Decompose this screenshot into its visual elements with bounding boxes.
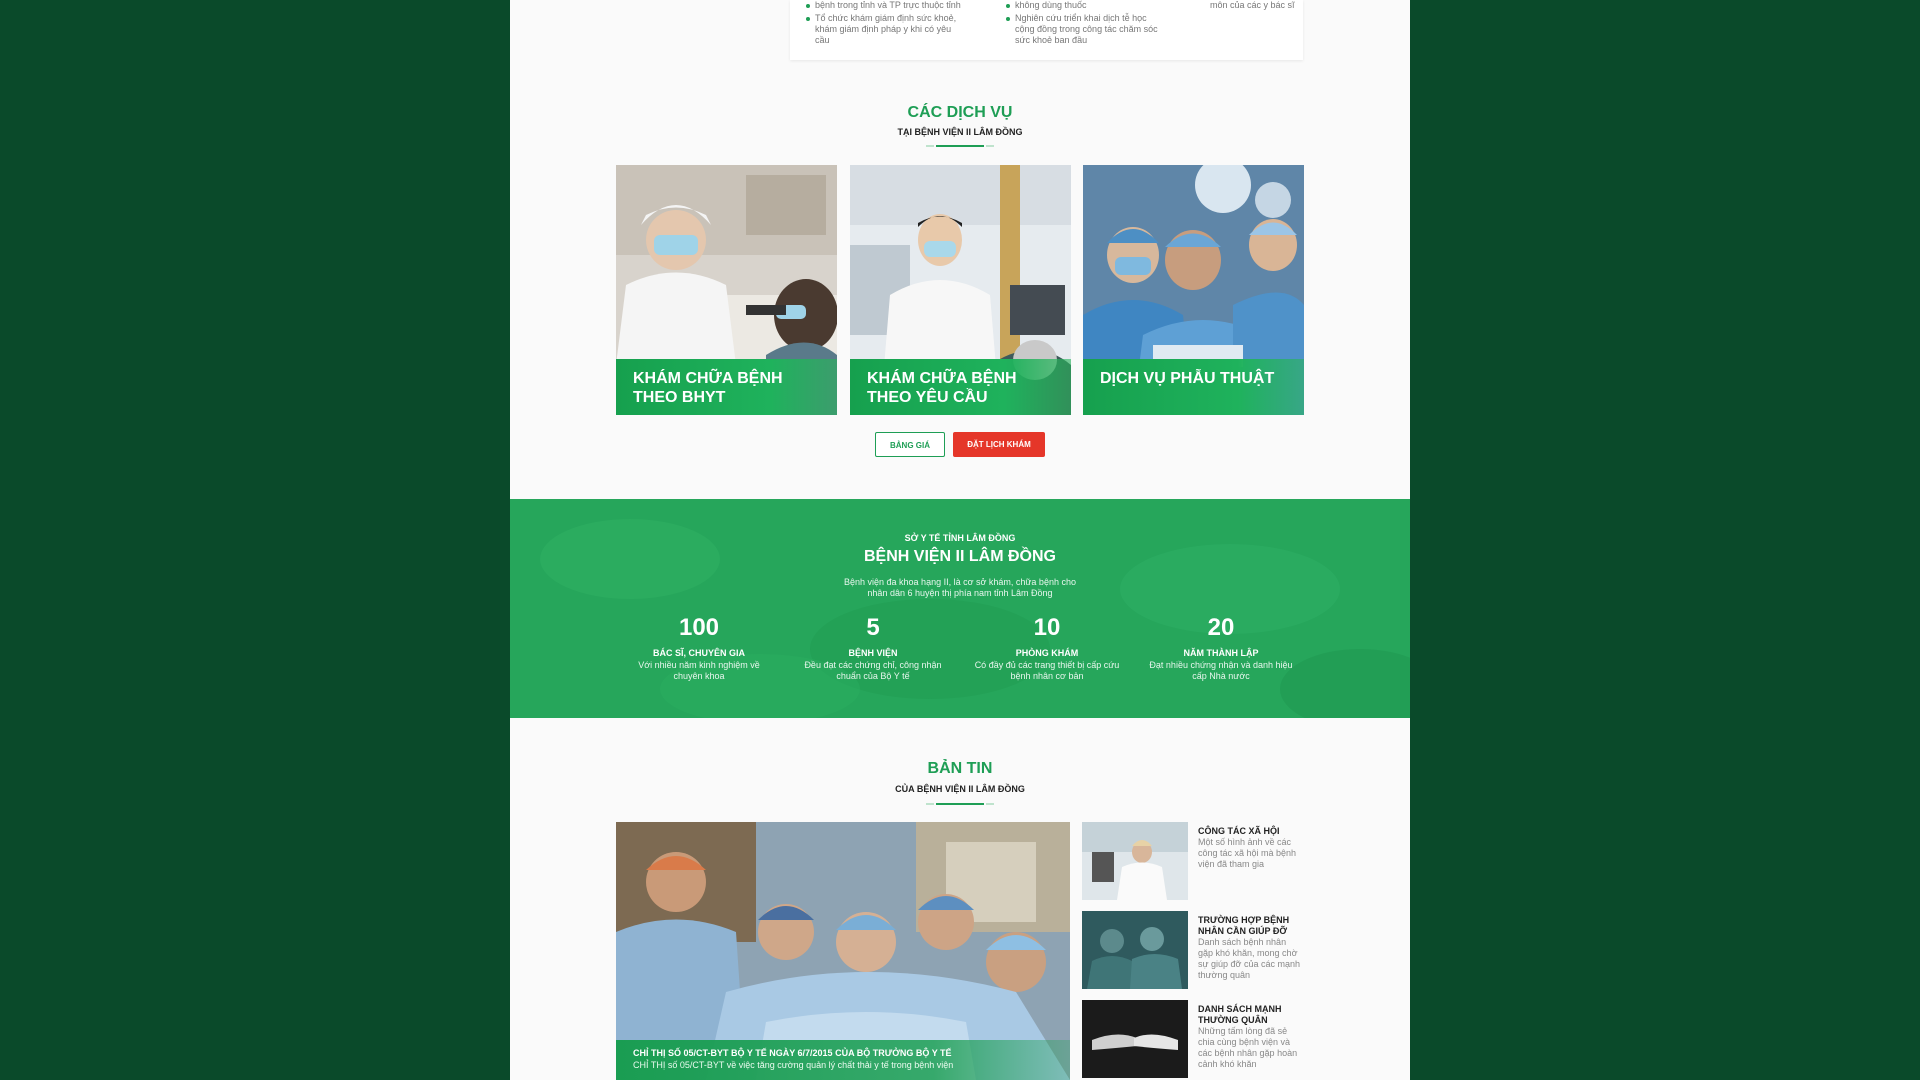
services-divider [926,145,994,147]
news-item[interactable]: CÔNG TÁC XÃ HỘI Một số hình ảnh về các c… [1082,822,1303,900]
news-item-title[interactable]: CÔNG TÁC XÃ HỘI [1198,826,1303,837]
service-label-panel: DỊCH VỤ PHẪU THUẬT [1083,359,1304,415]
stat-number: 20 [1207,614,1235,641]
stat-doctors: 100 BÁC SĨ, CHUYÊN GIA Với nhiều năm kin… [614,614,784,682]
service-card-bhyt[interactable]: KHÁM CHỮA BỆNH THEO BHYT [616,165,837,415]
stat-label: BÁC SĨ, CHUYÊN GIA [652,648,745,658]
about-item: bệnh trong tỉnh và TP trực thuộc tỉnh [805,0,965,11]
service-card-surgery[interactable]: DỊCH VỤ PHẪU THUẬT [1083,165,1304,415]
service-label: DỊCH VỤ PHẪU THUẬT [1100,370,1275,387]
lab-worker-thumbnail [1082,822,1188,900]
service-label: KHÁM CHỮA BỆNH THEO YÊU CẦU [867,370,1017,406]
stat-description: Đều đạt các chứng chỉ, công nhận chuẩn c… [804,660,942,681]
featured-summary: CHỈ THỊ số 05/CT-BYT về việc tăng cường … [633,1060,954,1070]
stat-number: 10 [1033,614,1061,641]
news-item[interactable]: DANH SÁCH MẠNH THƯỜNG QUÂN Những tấm lòn… [1082,1000,1303,1078]
stat-number: 100 [678,614,720,641]
stat-label: NĂM THÀNH LẬP [1183,648,1259,658]
stat-hospitals: 5 BỆNH VIỆN Đều đạt các chứng chỉ, công … [788,614,958,682]
hospital-stats-band: SỞ Y TẾ TỈNH LÂM ĐỒNG BỆNH VIỆN II LÂM Đ… [510,499,1410,718]
band-title: BỆNH VIỆN II LÂM ĐỒNG [863,548,1056,565]
news-item-description: Những tấm lòng đã sẻ chia cùng bệnh viện… [1198,1026,1298,1069]
featured-caption: CHỈ THỊ SỐ 05/CT-BYT BỘ Y TẾ NGÀY 6/7/20… [616,1040,1070,1080]
band-eyebrow: SỞ Y TẾ TỈNH LÂM ĐỒNG [904,533,1016,543]
stat-description: Đạt nhiều chứng nhận và danh hiệu cấp Nh… [1149,660,1293,681]
book-appointment-button[interactable]: ĐẶT LỊCH KHÁM [953,432,1045,457]
news-divider [926,803,994,805]
news-title: BẢN TIN [927,760,993,777]
news-item-title[interactable]: TRƯỜNG HỢP BỆNH NHÂN CẦN GIÚP ĐỠ [1198,915,1303,937]
news-item-title[interactable]: DANH SÁCH MẠNH THƯỜNG QUÂN [1198,1004,1303,1026]
service-label-panel: KHÁM CHỮA BỆNH THEO YÊU CẦU [850,359,1071,415]
stat-label: PHÒNG KHÁM [1015,648,1079,658]
stat-description: Với nhiều năm kinh nghiệm về chuyên khoa [638,660,760,681]
about-item: môn của các y bác sĩ [1210,0,1295,10]
about-item: Nghiên cứu triển khai dịch tễ học cộng đ… [1005,13,1165,46]
stat-label: BỆNH VIỆN [848,648,898,658]
news-subtitle: CỦA BỆNH VIỆN II LÂM ĐỒNG [895,784,1025,794]
news-item-description: Danh sách bệnh nhân gặp khó khăn, mong c… [1198,937,1300,980]
services-subtitle: TẠI BỆNH VIỆN II LÂM ĐỒNG [897,127,1023,137]
about-col-1: bệnh trong tỉnh và TP trực thuộc tỉnh Tổ… [805,0,965,48]
band-background-texture [540,519,1410,718]
services-title: CÁC DỊCH VỤ [907,104,1013,121]
handshake-thumbnail [1082,1000,1188,1078]
stat-clinics: 10 PHÒNG KHÁM Có đầy đủ các trang thiết … [962,614,1132,682]
surgeons-thumbnail [1082,911,1188,989]
band-description: Bệnh viện đa khoa hạng II, là cơ sở khám… [844,577,1076,598]
news-item[interactable]: TRƯỜNG HỢP BỆNH NHÂN CẦN GIÚP ĐỠ Danh sá… [1082,911,1303,989]
stat-description: Có đầy đủ các trang thiết bị cấp cứu bện… [974,660,1120,681]
news-item-description: Một số hình ảnh về các công tác xã hội m… [1198,837,1297,869]
service-card-on-demand[interactable]: KHÁM CHỮA BỆNH THEO YÊU CẦU [850,165,1071,415]
service-label: KHÁM CHỮA BỆNH THEO BHYT [633,370,783,406]
featured-headline[interactable]: CHỈ THỊ SỐ 05/CT-BYT BỘ Y TẾ NGÀY 6/7/20… [633,1048,952,1058]
about-item: Tổ chức khám giám định sức khoẻ, khám gi… [805,13,965,46]
price-list-button[interactable]: BẢNG GIÁ [875,432,945,457]
page: bệnh trong tỉnh và TP trực thuộc tỉnh Tổ… [510,0,1410,1080]
about-item: không dùng thuốc [1005,0,1165,11]
stat-years: 20 NĂM THÀNH LẬP Đạt nhiều chứng nhận và… [1136,614,1306,682]
service-label-panel: KHÁM CHỮA BỆNH THEO BHYT [616,359,837,415]
about-card: bệnh trong tỉnh và TP trực thuộc tỉnh Tổ… [790,0,1303,60]
about-col-3: môn của các y bác sĩ [1210,0,1300,11]
stat-number: 5 [866,614,880,641]
news-featured-article[interactable]: CHỈ THỊ SỐ 05/CT-BYT BỘ Y TẾ NGÀY 6/7/20… [616,822,1070,1080]
about-col-2: không dùng thuốc Nghiên cứu triển khai d… [1005,0,1165,48]
